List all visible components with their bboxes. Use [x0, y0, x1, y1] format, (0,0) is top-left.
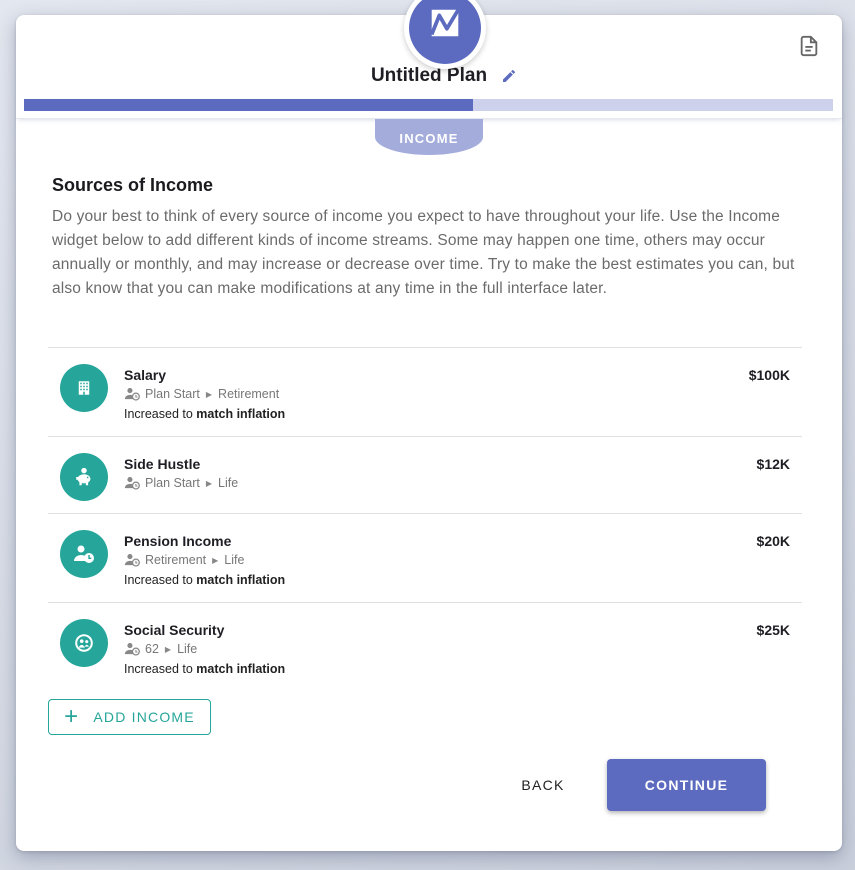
progress-bar: [24, 99, 833, 111]
growth-rule: match inflation: [196, 573, 286, 587]
income-growth: Increased to match inflation: [124, 573, 285, 587]
income-end: Life: [177, 642, 198, 656]
income-start: Plan Start: [145, 387, 200, 401]
growth-prefix: Increased to: [124, 573, 193, 587]
income-item-pension[interactable]: Pension Income Retirement ▶ Life Increas…: [48, 514, 802, 603]
income-end: Life: [224, 553, 245, 567]
pencil-icon[interactable]: [501, 68, 517, 84]
income-item-side-hustle[interactable]: Side Hustle Plan Start ▶ Life $12K: [48, 437, 802, 514]
back-button[interactable]: BACK: [503, 767, 583, 803]
income-end: Retirement: [218, 387, 280, 401]
person-clock-icon: [124, 553, 141, 567]
income-amount: $25K: [756, 622, 790, 638]
app-logo: [404, 0, 486, 69]
income-start: Plan Start: [145, 476, 200, 490]
income-growth: Increased to match inflation: [124, 662, 285, 676]
plus-icon: +: [64, 703, 80, 730]
income-start: 62: [145, 642, 159, 656]
section-title: Sources of Income: [52, 175, 214, 195]
income-amount: $20K: [756, 533, 790, 549]
social-security-icon: [60, 619, 108, 667]
income-name: Pension Income: [124, 533, 232, 549]
person-clock-icon: [124, 476, 141, 490]
growth-prefix: Increased to: [124, 407, 193, 421]
income-end: Life: [218, 476, 239, 490]
document-icon[interactable]: [798, 35, 820, 57]
income-amount: $12K: [756, 456, 790, 472]
income-section: Sources of Income Do your best to think …: [52, 175, 808, 301]
income-timing: Retirement ▶ Life: [124, 553, 244, 567]
income-timing: Plan Start ▶ Retirement: [124, 387, 279, 401]
person-clock-icon: [60, 530, 108, 578]
arrow-right-icon: ▶: [205, 389, 213, 399]
income-amount: $100K: [748, 367, 790, 383]
growth-rule: match inflation: [196, 407, 286, 421]
building-icon: [60, 364, 108, 412]
income-start: Retirement: [145, 553, 207, 567]
piggy-bank-icon: [60, 453, 108, 501]
plan-wizard-card: Untitled Plan INCOME Sources of Income D…: [16, 0, 842, 851]
income-item-salary[interactable]: Salary Plan Start ▶ Retirement Increased…: [48, 348, 802, 437]
section-description: Do your best to think of every source of…: [52, 208, 795, 297]
arrow-right-icon: ▶: [205, 478, 213, 488]
person-clock-icon: [124, 387, 141, 401]
income-item-social-security[interactable]: Social Security 62 ▶ Life Increased to m…: [48, 603, 802, 692]
growth-rule: match inflation: [196, 662, 286, 676]
progress-fill: [24, 99, 473, 111]
income-timing: 62 ▶ Life: [124, 642, 197, 656]
arrow-right-icon: ▶: [212, 555, 219, 565]
continue-button[interactable]: CONTINUE: [607, 759, 766, 811]
income-timing: Plan Start ▶ Life: [124, 476, 238, 490]
income-name: Salary: [124, 367, 167, 383]
current-step-tab: INCOME: [375, 119, 483, 155]
income-name: Social Security: [124, 622, 225, 638]
arrow-right-icon: ▶: [164, 644, 172, 654]
add-income-label: ADD INCOME: [93, 709, 195, 725]
income-name: Side Hustle: [124, 456, 201, 472]
growth-prefix: Increased to: [124, 662, 193, 676]
person-clock-icon: [124, 642, 141, 656]
income-list: Salary Plan Start ▶ Retirement Increased…: [48, 347, 802, 692]
income-growth: Increased to match inflation: [124, 407, 285, 421]
add-income-button[interactable]: + ADD INCOME: [48, 699, 211, 735]
